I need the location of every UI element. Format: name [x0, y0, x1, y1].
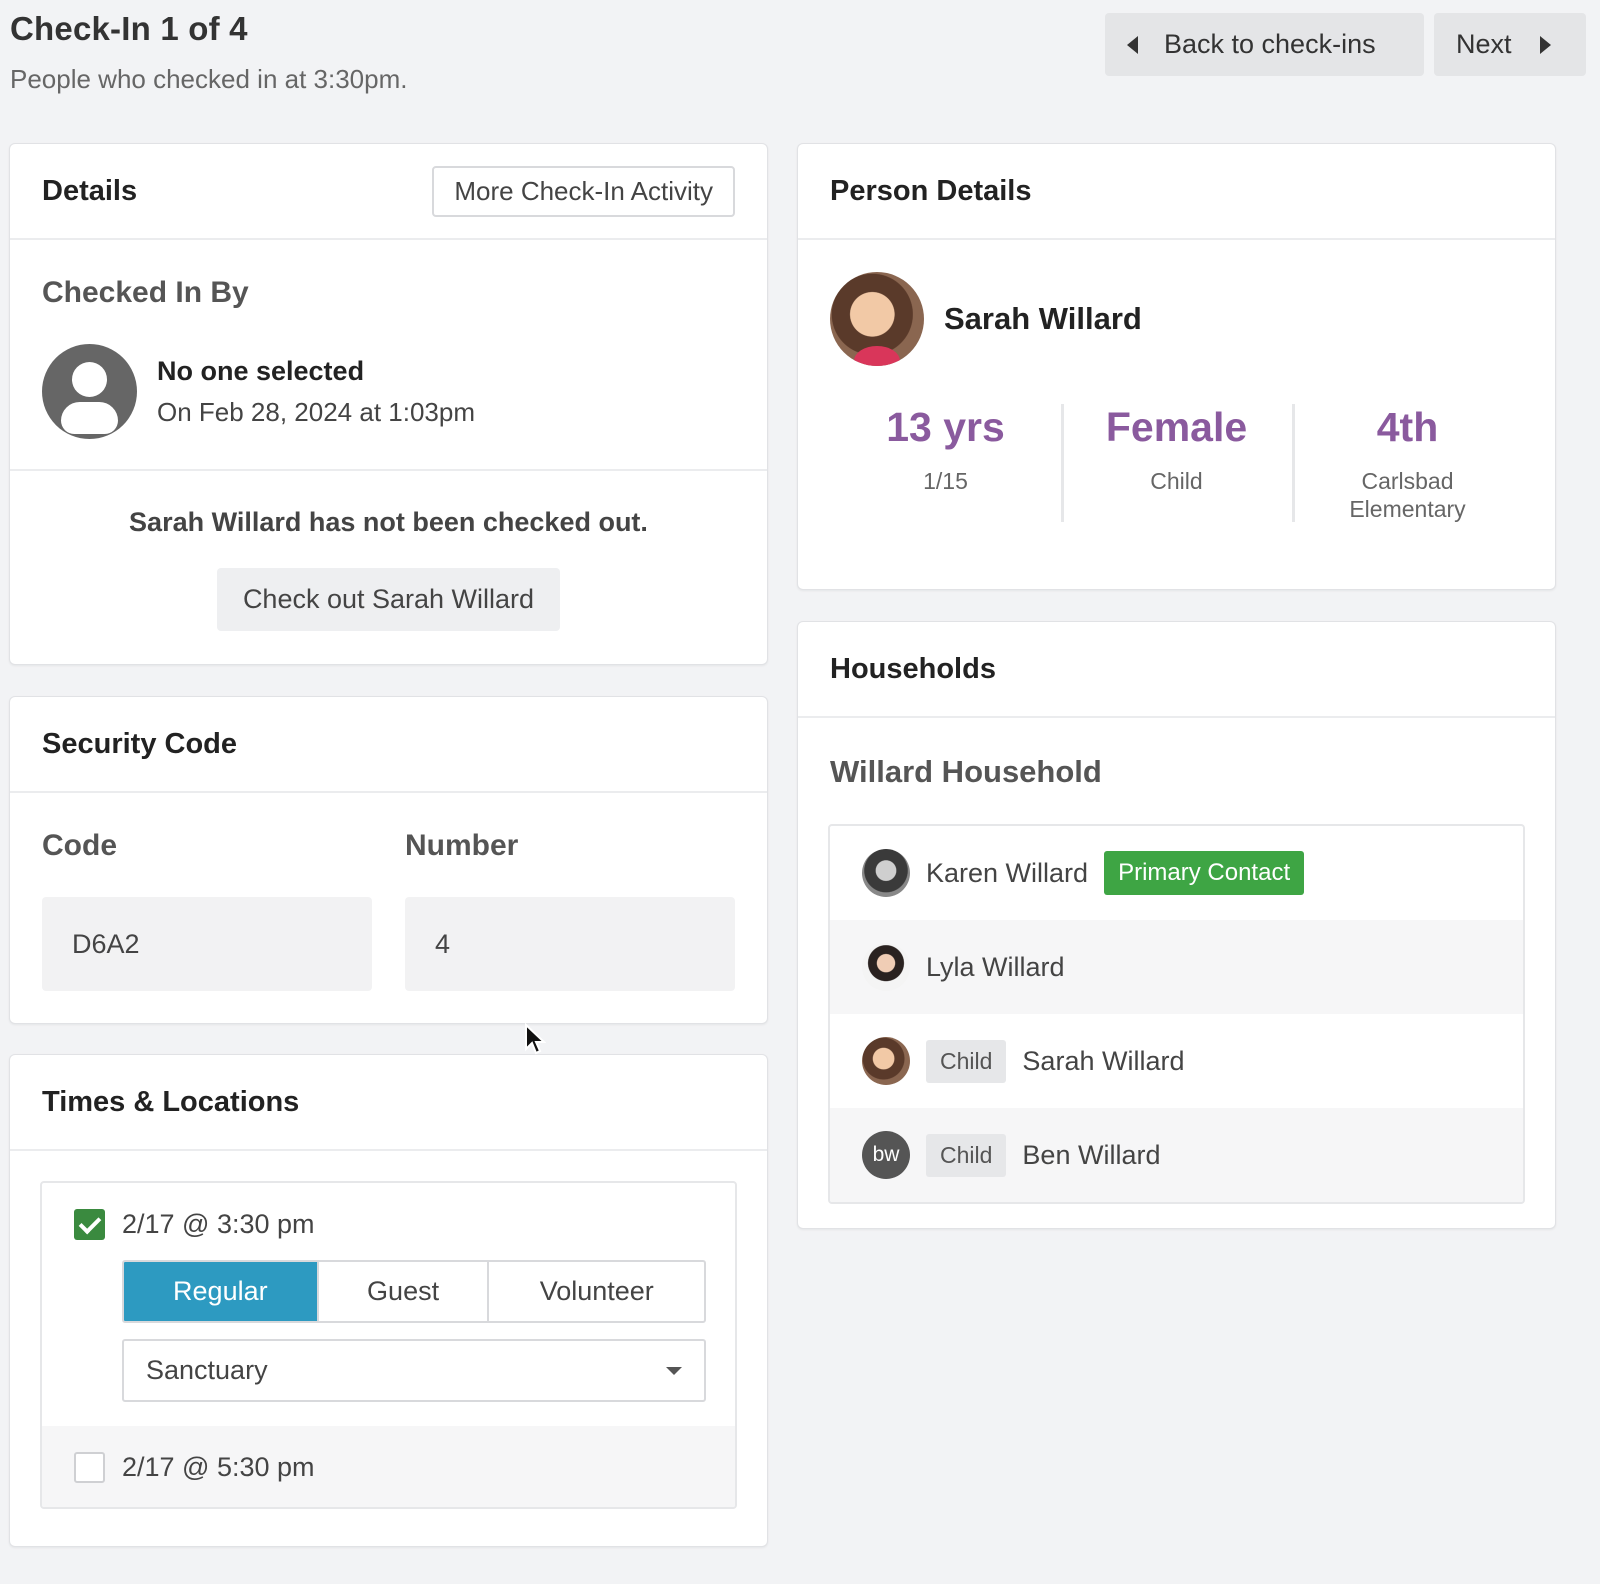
member-photo-avatar: [862, 849, 910, 897]
person-photo-avatar: [830, 272, 924, 366]
times-locations-card: Times & Locations 2/17 @ 3:30 pm Regular…: [9, 1054, 768, 1547]
stat-grade: 4th Carlsbad Elementary: [1292, 404, 1523, 522]
checker-info: No one selected On Feb 28, 2024 at 1:03p…: [157, 356, 475, 428]
times-list: 2/17 @ 3:30 pm Regular Guest Volunteer S…: [40, 1181, 737, 1509]
details-card: Details More Check-In Activity Checked I…: [9, 143, 768, 665]
checker-row: No one selected On Feb 28, 2024 at 1:03p…: [42, 344, 735, 439]
checkout-message: Sarah Willard has not been checked out.: [129, 507, 648, 537]
checker-date: On Feb 28, 2024 at 1:03pm: [157, 396, 475, 427]
number-label: Number: [405, 829, 519, 862]
mouse-pointer-icon: [525, 1023, 546, 1055]
time-label: 2/17 @ 5:30 pm: [122, 1452, 315, 1482]
person-details-card: Person Details Sarah Willard 13 yrs 1/15…: [797, 143, 1556, 590]
number-field: 4: [405, 897, 735, 991]
more-check-in-activity-button[interactable]: More Check-In Activity: [432, 165, 735, 217]
stat-gender-value: Female: [1105, 404, 1248, 450]
stat-gender-sub: Child: [1150, 468, 1203, 494]
member-photo-avatar: [862, 1037, 910, 1085]
kind-guest-button[interactable]: Guest: [316, 1262, 488, 1321]
household-member-row[interactable]: Child Sarah Willard: [830, 1014, 1523, 1108]
households-card-header: Households: [798, 622, 1555, 718]
check-in-kind-segmented-control: Regular Guest Volunteer: [122, 1260, 706, 1323]
checker-name: No one selected: [157, 355, 365, 386]
caret-left-icon: [1127, 35, 1138, 54]
time-entry: 2/17 @ 5:30 pm: [42, 1426, 735, 1507]
primary-contact-badge: Primary Contact: [1104, 851, 1305, 895]
child-badge: Child: [926, 1133, 1007, 1177]
security-body: Code D6A2 Number 4: [10, 793, 767, 1023]
member-name: Sarah Willard: [1022, 1045, 1185, 1076]
time-entry-head: 2/17 @ 5:30 pm: [74, 1452, 703, 1483]
times-title: Times & Locations: [42, 1085, 300, 1118]
back-to-check-ins-button[interactable]: Back to check-ins: [1105, 13, 1424, 76]
location-select[interactable]: Sanctuary: [122, 1339, 706, 1402]
person-details-title: Person Details: [830, 174, 1032, 207]
user-placeholder-icon: [42, 344, 137, 439]
time-entry-head: 2/17 @ 3:30 pm: [74, 1209, 703, 1240]
caret-right-icon: [1539, 35, 1551, 54]
security-card-header: Security Code: [10, 697, 767, 793]
details-title: Details: [42, 174, 138, 207]
checked-in-by-section: Checked In By No one selected On Feb 28,…: [10, 240, 767, 471]
member-initials-avatar: bw: [862, 1131, 910, 1179]
member-photo-avatar: [862, 943, 910, 991]
kind-volunteer-button[interactable]: Volunteer: [487, 1262, 704, 1321]
next-button-label: Next: [1456, 29, 1512, 59]
code-field: D6A2: [42, 897, 372, 991]
code-column: Code D6A2: [42, 829, 372, 991]
time-entry: 2/17 @ 3:30 pm Regular Guest Volunteer S…: [42, 1183, 735, 1402]
stat-age-value: 13 yrs: [886, 404, 1005, 450]
time-checkbox-unchecked[interactable]: [74, 1452, 105, 1483]
header-actions: Back to check-ins Next: [1105, 13, 1586, 76]
kind-regular-button[interactable]: Regular: [124, 1262, 317, 1321]
details-card-header: Details More Check-In Activity: [10, 144, 767, 240]
member-name: Lyla Willard: [926, 951, 1065, 982]
number-column: Number 4: [405, 829, 735, 991]
next-button[interactable]: Next: [1434, 13, 1586, 76]
checked-in-by-label: Checked In By: [42, 276, 249, 309]
stat-gender: Female Child: [1061, 404, 1292, 522]
household-member-row[interactable]: bw Child Ben Willard: [830, 1108, 1523, 1202]
household-members-list: Karen Willard Primary Contact Lyla Willa…: [828, 824, 1525, 1204]
person-stats: 13 yrs 1/15 Female Child 4th Carlsbad El…: [798, 404, 1555, 522]
household-name: Willard Household: [830, 754, 1102, 789]
member-name: Ben Willard: [1022, 1139, 1161, 1170]
member-name: Karen Willard: [926, 857, 1089, 888]
households-card: Households Willard Household Karen Willa…: [797, 621, 1556, 1229]
code-label: Code: [42, 829, 117, 862]
household-member-row[interactable]: Lyla Willard: [830, 920, 1523, 1014]
chevron-down-icon: [666, 1366, 682, 1375]
household-member-row[interactable]: Karen Willard Primary Contact: [830, 826, 1523, 920]
stat-age-sub: 1/15: [923, 468, 968, 494]
person-name: Sarah Willard: [944, 301, 1142, 336]
child-badge: Child: [926, 1039, 1007, 1083]
times-card-header: Times & Locations: [10, 1055, 767, 1151]
stat-age: 13 yrs 1/15: [830, 404, 1061, 522]
back-button-label: Back to check-ins: [1164, 29, 1376, 59]
households-title: Households: [830, 652, 996, 685]
security-title: Security Code: [42, 727, 237, 760]
checkout-section: Sarah Willard has not been checked out. …: [10, 471, 767, 631]
page-header: Check-In 1 of 4 People who checked in at…: [10, 10, 1590, 110]
check-out-button[interactable]: Check out Sarah Willard: [216, 568, 561, 631]
stat-grade-value: 4th: [1376, 404, 1439, 450]
security-code-card: Security Code Code D6A2 Number 4: [9, 696, 768, 1024]
time-label: 2/17 @ 3:30 pm: [122, 1209, 315, 1239]
person-summary: Sarah Willard: [798, 240, 1555, 366]
location-select-value: Sanctuary: [146, 1355, 268, 1385]
stat-grade-sub: Carlsbad Elementary: [1349, 468, 1466, 522]
person-card-header: Person Details: [798, 144, 1555, 240]
time-checkbox-checked[interactable]: [74, 1209, 105, 1240]
